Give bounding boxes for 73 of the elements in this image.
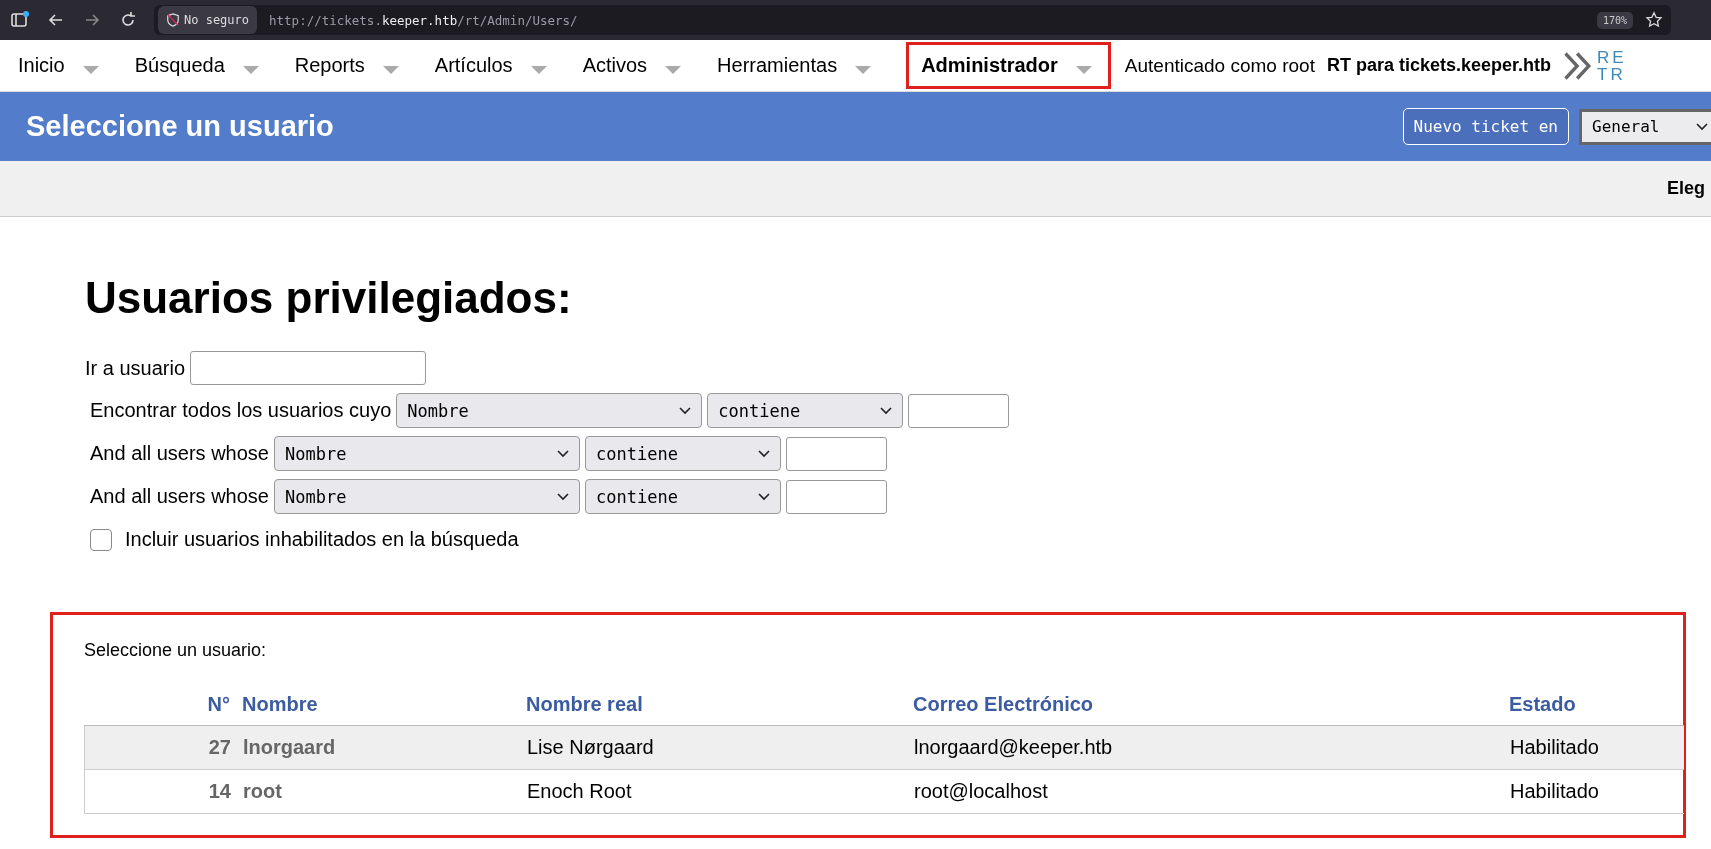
- menu-item[interactable]: Herramientas: [700, 42, 891, 89]
- table-cell-text: lnorgaard@keeper.htb: [914, 736, 1114, 759]
- caret-icon: [82, 65, 99, 74]
- value-input-field[interactable]: [908, 393, 1010, 428]
- operator-select[interactable]: contiene: [585, 436, 781, 471]
- logo-text: TR: [1597, 65, 1627, 83]
- field-select[interactable]: Nombre: [396, 393, 703, 428]
- column-header[interactable]: Nombre: [230, 692, 526, 716]
- menu-item[interactable]: Administrador: [906, 42, 1111, 89]
- section-heading: Usuarios privilegiados:: [85, 273, 573, 323]
- menu-item[interactable]: Activos: [565, 42, 701, 89]
- caret-icon: [530, 65, 547, 74]
- filter-label: And all users whose: [90, 485, 269, 508]
- logo-text: RE: [1597, 48, 1627, 66]
- caret-icon: [665, 65, 682, 74]
- user-label: Autenticado como root: [1124, 54, 1315, 77]
- column-header[interactable]: Nombre real: [526, 692, 913, 716]
- menu-item[interactable]: Inicio: [0, 42, 118, 89]
- new-ticket-button[interactable]: Nuevo ticket en: [1402, 108, 1569, 145]
- menu-item[interactable]: Búsqueda: [117, 42, 278, 89]
- chevron-down-icon: [557, 492, 569, 501]
- site-title: RT para tickets.keeper.htb: [1326, 55, 1552, 76]
- checkbox-label: Incluir usuarios inhabilitados en la búsqueda: [125, 528, 519, 551]
- table-cell-text: Lise Nørgaard: [527, 736, 655, 759]
- chevron-down-icon: [679, 406, 692, 415]
- user-link[interactable]: lnorgaard: [231, 736, 527, 759]
- field-label: Ir a usuario: [85, 356, 186, 380]
- queue-select[interactable]: General: [1579, 108, 1711, 145]
- caret-icon: [1075, 65, 1092, 74]
- table-cell-text: 27: [207, 736, 231, 759]
- user-input-field[interactable]: [190, 351, 427, 385]
- table-row[interactable]: 14 root Enoch Root root@localhost Habilitado: [84, 770, 1684, 814]
- operator-select[interactable]: contiene: [585, 479, 781, 514]
- filter-label: And all users whose: [90, 442, 269, 465]
- table-cell-text: Enoch Root: [527, 780, 633, 803]
- field-select[interactable]: Nombre: [274, 479, 580, 514]
- operator-select[interactable]: contiene: [707, 393, 904, 428]
- menu-item[interactable]: Artículos: [417, 42, 566, 89]
- table-row[interactable]: 27 lnorgaard Lise Nørgaard lnorgaard@keeper.htb Habilitado: [84, 726, 1684, 770]
- sub-toolbar-text: Eleg: [1667, 178, 1705, 199]
- table-cell-text: 14: [207, 780, 231, 803]
- zoom-badge[interactable]: 170%: [1596, 11, 1633, 29]
- caret-icon: [242, 65, 259, 74]
- chevron-down-icon: [880, 406, 893, 415]
- url-text: http://tickets.keeper.htb/rt/Admin/Users/: [269, 12, 579, 28]
- security-indicator[interactable]: No seguro: [158, 6, 258, 34]
- filter-label: Encontrar todos los usuarios cuyo: [90, 399, 392, 422]
- table-cell-text: root@localhost: [914, 780, 1049, 803]
- address-bar[interactable]: No seguro http://tickets.keeper.htb/rt/Admin/Users/ 170%: [154, 5, 1671, 35]
- security-label: No seguro: [184, 13, 250, 27]
- user-link[interactable]: root: [231, 780, 527, 803]
- caret-icon: [382, 65, 399, 74]
- field-select[interactable]: Nombre: [274, 436, 580, 471]
- sidebar-icon[interactable]: [10, 10, 30, 30]
- table-cell-text: Habilitado: [1510, 780, 1600, 803]
- column-header[interactable]: Correo Electrónico: [913, 692, 1509, 716]
- table-cell-text: Habilitado: [1510, 736, 1600, 759]
- star-icon[interactable]: [1645, 11, 1663, 29]
- column-header[interactable]: N°: [84, 692, 230, 716]
- chevron-down-icon: [758, 449, 770, 458]
- page-title: Seleccione un usuario: [26, 110, 334, 143]
- caret-icon: [855, 65, 872, 74]
- menu-item[interactable]: Reports: [277, 42, 418, 89]
- chevron-down-icon: [758, 492, 770, 501]
- value-input-field[interactable]: [786, 436, 887, 471]
- column-header[interactable]: Estado: [1509, 692, 1669, 716]
- checkbox[interactable]: [90, 528, 112, 551]
- value-input-field[interactable]: [786, 479, 887, 514]
- chevron-down-icon: [557, 449, 569, 458]
- chevrons-icon: [1563, 50, 1594, 81]
- shield-icon: [166, 13, 180, 27]
- chevron-down-icon: [1696, 122, 1708, 131]
- results-caption: Seleccione un usuario:: [84, 640, 268, 661]
